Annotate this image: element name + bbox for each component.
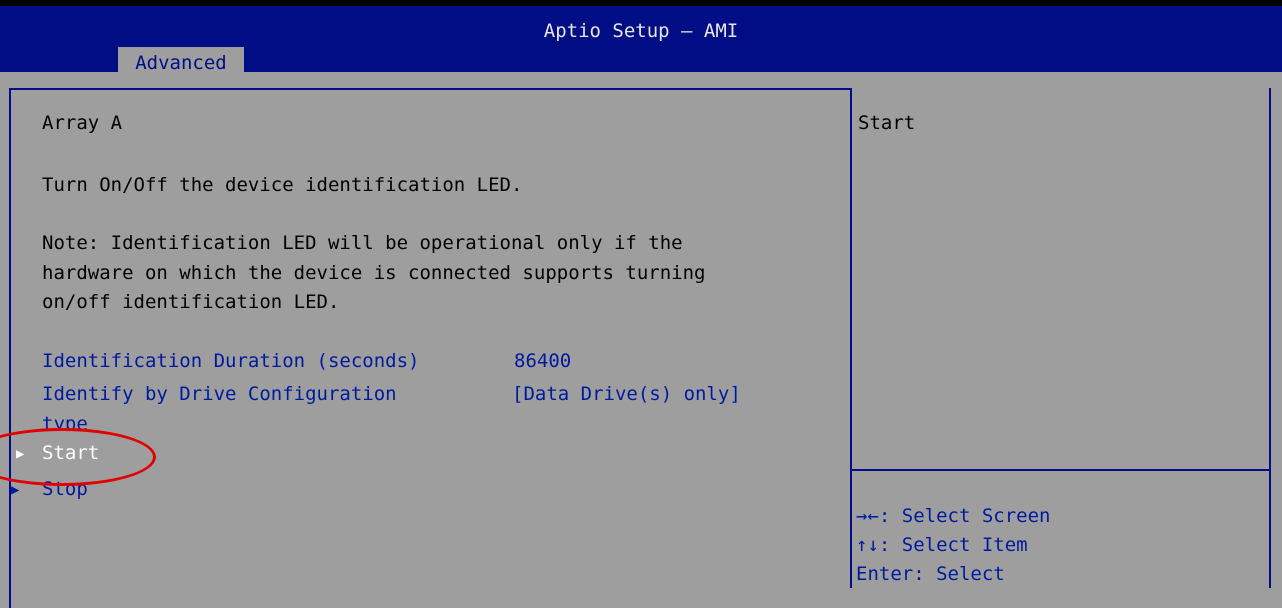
app-title: Aptio Setup – AMI bbox=[543, 20, 739, 42]
header-bar: Aptio Setup – AMI Advanced bbox=[0, 6, 1282, 78]
stop-label: Stop bbox=[42, 478, 88, 500]
key-hint-select: Enter: Select bbox=[856, 563, 1005, 585]
help-divider bbox=[852, 469, 1269, 471]
main-panel bbox=[9, 88, 850, 608]
note-line: on/off identification LED. bbox=[42, 291, 340, 313]
duration-label: Identification Duration (seconds) bbox=[42, 350, 420, 372]
identify-label: Identify by Drive Configuration bbox=[42, 383, 397, 405]
panel-border-right bbox=[1269, 88, 1271, 588]
key-hint-select-item: ↑↓: Select Item bbox=[856, 534, 1028, 556]
note-line: Note: Identification LED will be operati… bbox=[42, 232, 683, 254]
led-description: Turn On/Off the device identification LE… bbox=[42, 174, 523, 196]
start-label: Start bbox=[42, 442, 100, 464]
start-arrow-icon: ▶ bbox=[16, 446, 25, 462]
key-hint-select-screen: →←: Select Screen bbox=[856, 505, 1051, 527]
note-line: hardware on which the device is connecte… bbox=[42, 262, 706, 284]
help-text: Start bbox=[858, 112, 916, 134]
identify-label-line2: type bbox=[42, 413, 88, 429]
tab-advanced[interactable]: Advanced bbox=[118, 47, 244, 78]
identify-value: [Data Drive(s) only] bbox=[512, 383, 741, 405]
arrows-vertical-icon: ↑↓ bbox=[856, 534, 879, 556]
array-heading: Array A bbox=[42, 112, 123, 134]
duration-value: 86400 bbox=[514, 350, 572, 372]
arrows-horizontal-icon: →← bbox=[856, 505, 879, 527]
panel-divider-vertical bbox=[850, 88, 852, 588]
stop-arrow-icon: ▶ bbox=[11, 482, 20, 498]
